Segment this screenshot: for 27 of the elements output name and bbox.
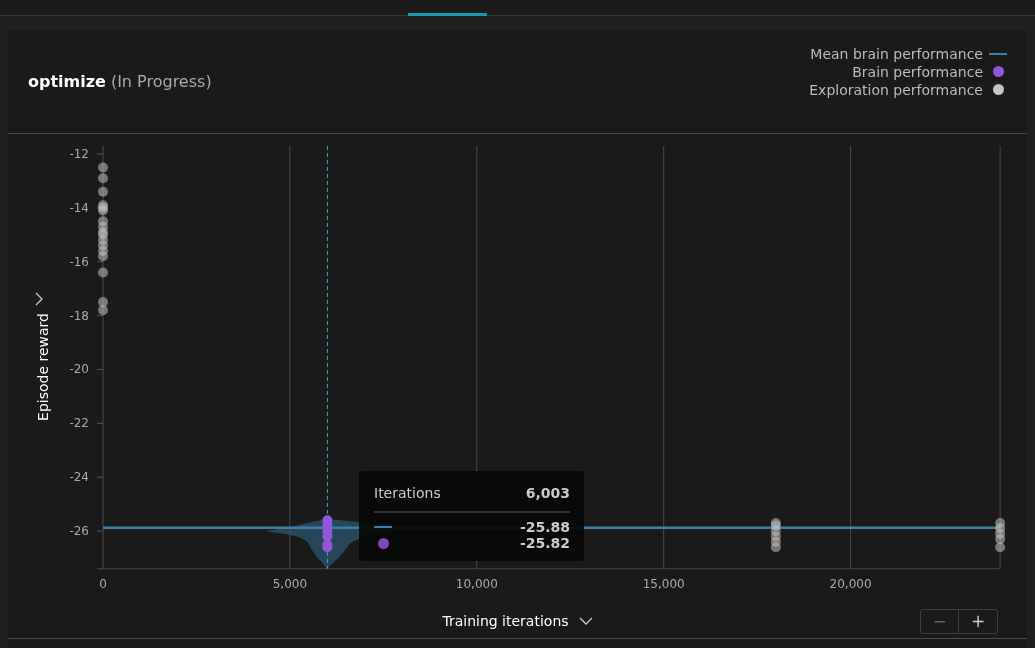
x-axis-title: Training iterations	[442, 613, 569, 629]
x-tick-label: 10,000	[455, 576, 498, 591]
legend-label: Exploration performance	[809, 81, 983, 98]
zoom-in-button[interactable]: +	[959, 609, 997, 633]
legend-label: Brain performance	[852, 63, 983, 80]
tooltip-value: -25.82	[519, 535, 570, 551]
y-tick-label: -16	[69, 254, 89, 269]
y-tick-label: -12	[69, 147, 89, 161]
run-status: (In Progress)	[110, 72, 212, 91]
run-title: optimize	[28, 72, 106, 91]
x-tick-label: 5,000	[272, 576, 308, 591]
x-tick-label: 15,000	[642, 576, 685, 591]
x-tick-label: 20,000	[829, 576, 872, 591]
y-axis-title: Episode reward	[35, 313, 51, 421]
tooltip-label: Iterations	[374, 485, 441, 501]
legend-label: Mean brain performance	[810, 45, 983, 62]
tooltip-value: 6,003	[525, 485, 570, 501]
x-tick-label: 0	[99, 576, 107, 591]
y-tick-label: -22	[69, 416, 89, 431]
y-tick-label: -14	[69, 200, 89, 215]
chevron-down-icon[interactable]	[578, 617, 593, 625]
y-tick-label: -20	[69, 362, 89, 377]
y-tick-label: -26	[69, 524, 89, 538]
y-tick-label: -18	[69, 308, 89, 323]
chevron-right-icon[interactable]	[35, 292, 43, 306]
y-tick-label: -24	[69, 470, 89, 485]
tooltip-value: -25.88	[519, 519, 570, 535]
